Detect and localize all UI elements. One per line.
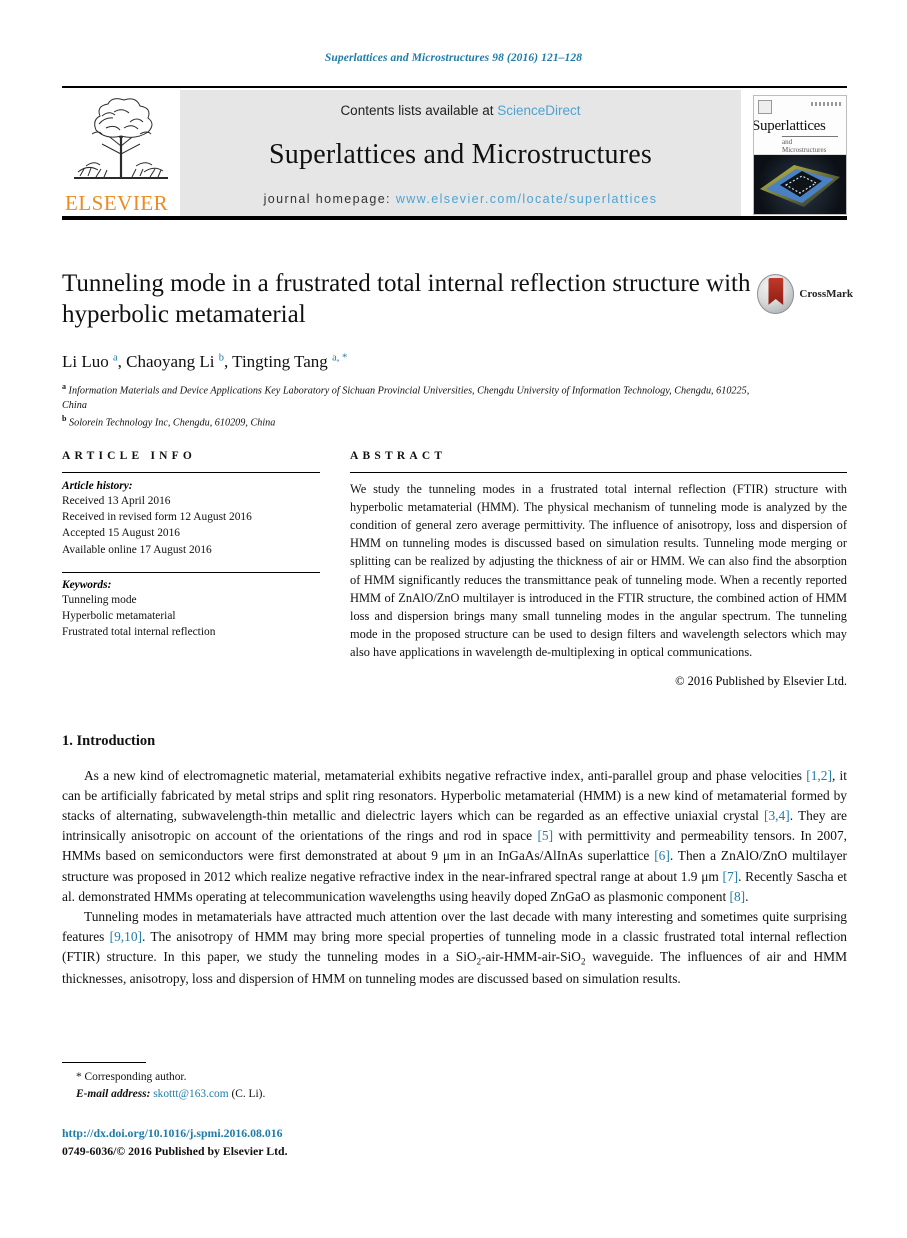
issn-copyright: 0749-6036/© 2016 Published by Elsevier L… <box>62 1143 288 1158</box>
email-note: E-mail address: skottt@163.com (C. Li). <box>62 1086 482 1103</box>
cover-barcode-icon <box>811 102 841 106</box>
email-label: E-mail address: <box>76 1087 151 1100</box>
keywords-label: Keywords: <box>62 578 112 591</box>
article-history-list: Received 13 April 2016 Received in revis… <box>62 493 320 558</box>
journal-masthead: ELSEVIER Contents lists available at Sci… <box>62 86 847 220</box>
masthead-center: Contents lists available at ScienceDirec… <box>180 90 741 220</box>
running-head: Superlattices and Microstructures 98 (20… <box>324 52 583 64</box>
elsevier-tree-icon <box>74 98 168 179</box>
affiliation-a-text: Information Materials and Device Applica… <box>62 385 750 411</box>
keywords-list: Tunneling mode Hyperbolic metamaterial F… <box>62 592 320 641</box>
journal-cover-thumbnail: Superlattices and Microstructures <box>753 95 847 215</box>
corresponding-author-note: * Corresponding author. <box>76 1071 187 1083</box>
affiliations: a Information Materials and Device Appli… <box>62 381 752 431</box>
cover-logo-icon <box>758 100 772 114</box>
elsevier-logo: ELSEVIER <box>62 90 180 220</box>
page-title: Tunneling mode in a frustrated total int… <box>62 270 751 328</box>
elsevier-wordmark: ELSEVIER <box>65 191 169 215</box>
crossmark-icon <box>757 274 795 314</box>
intro-paragraph-2: Tunneling modes in metamaterials have at… <box>62 908 847 987</box>
cover-title: Superlattices <box>753 118 826 134</box>
affiliation-b-text: Solorein Technology Inc, Chengdu, 610209… <box>69 417 276 429</box>
doi-link[interactable]: http://dx.doi.org/10.1016/j.spmi.2016.08… <box>62 1125 562 1143</box>
crossmark-badge[interactable]: CrossMark <box>757 272 853 316</box>
info-abstract-section: ARTICLE INFO Article history: Received 1… <box>62 450 847 689</box>
article-page: Superlattices and Microstructures 98 (20… <box>0 0 907 1238</box>
email-owner: (C. Li). <box>231 1087 266 1100</box>
masthead-bottom-rule <box>62 216 847 220</box>
email-link[interactable]: skottt@163.com <box>153 1088 228 1100</box>
journal-name: Superlattices and Microstructures <box>269 139 652 170</box>
crossmark-label: CrossMark <box>799 288 853 300</box>
abstract-copyright: © 2016 Published by Elsevier Ltd. <box>675 674 847 689</box>
article-history-label: Article history: <box>62 480 133 492</box>
keywords-rule <box>62 571 320 573</box>
abstract-heading: ABSTRACT <box>350 450 447 462</box>
column-gap <box>320 450 350 689</box>
history-item: Received 13 April 2016 <box>62 495 171 507</box>
cover-top: Superlattices and Microstructures <box>754 96 846 155</box>
journal-homepage-link[interactable]: www.elsevier.com/locate/superlattices <box>396 192 658 206</box>
homepage-prefix: journal homepage: <box>263 192 396 206</box>
title-block: Tunneling mode in a frustrated total int… <box>62 268 752 431</box>
cover-artwork <box>754 154 846 214</box>
contents-available-line: Contents lists available at ScienceDirec… <box>340 103 580 118</box>
cover-subtitle: and Microstructures <box>782 136 838 154</box>
abstract-rule <box>350 472 847 473</box>
author-list: Li Luo a, Chaoyang Li b, Tingting Tang a… <box>62 352 348 371</box>
affiliation-b: b Solorein Technology Inc, Chengdu, 6102… <box>62 414 276 429</box>
article-info-rule <box>62 472 320 473</box>
doi-block: http://dx.doi.org/10.1016/j.spmi.2016.08… <box>62 1125 562 1160</box>
sciencedirect-link[interactable]: ScienceDirect <box>497 103 580 118</box>
footnote-block: * Corresponding author. E-mail address: … <box>62 1062 482 1102</box>
contents-prefix: Contents lists available at <box>340 103 498 118</box>
footnote-rule <box>62 1062 146 1063</box>
section-heading-introduction: 1. Introduction <box>62 733 156 749</box>
history-item: Received in revised form 12 August 2016 <box>62 511 252 524</box>
keyword-item: Frustrated total internal reflection <box>62 626 216 639</box>
abstract-text: We study the tunneling modes in a frustr… <box>350 482 847 659</box>
keyword-item: Tunneling mode <box>62 593 137 606</box>
article-info-column: ARTICLE INFO Article history: Received 1… <box>62 450 320 689</box>
intro-paragraph-1: As a new kind of electromagnetic materia… <box>62 768 847 904</box>
keyword-item: Hyperbolic metamaterial <box>62 609 176 622</box>
journal-homepage-line: journal homepage: www.elsevier.com/locat… <box>264 192 658 206</box>
article-info-heading: ARTICLE INFO <box>62 450 197 462</box>
history-item: Available online 17 August 2016 <box>62 543 212 556</box>
affiliation-a: a Information Materials and Device Appli… <box>62 382 750 411</box>
abstract-column: ABSTRACT We study the tunneling modes in… <box>350 450 847 689</box>
body-section: 1. Introduction As a new kind of electro… <box>62 733 847 989</box>
history-item: Accepted 15 August 2016 <box>62 527 180 540</box>
cover-artwork-icon <box>760 164 840 207</box>
